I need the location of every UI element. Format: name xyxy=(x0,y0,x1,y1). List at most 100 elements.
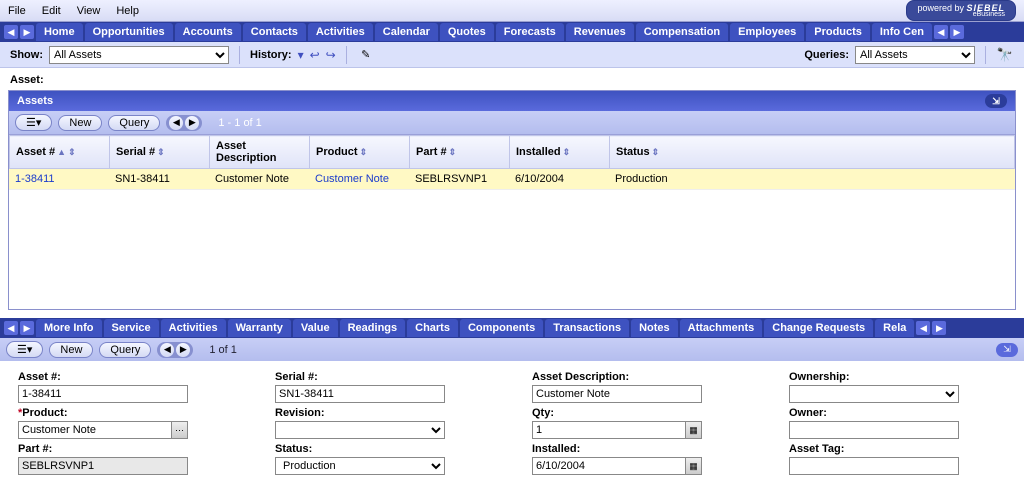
input-installed[interactable] xyxy=(532,457,702,475)
subtab-transactions[interactable]: Transactions xyxy=(545,319,629,337)
col-serial[interactable]: Serial #⇕ xyxy=(110,136,210,169)
tab-scroll-right-icon[interactable]: ▶ xyxy=(950,25,964,39)
label-product: *Product: xyxy=(18,407,235,419)
menu-edit[interactable]: Edit xyxy=(42,5,61,17)
input-desc[interactable] xyxy=(532,385,702,403)
input-serial[interactable] xyxy=(275,385,445,403)
input-product[interactable] xyxy=(18,421,188,439)
form-menu-button[interactable]: ☰▾ xyxy=(6,341,43,358)
input-part xyxy=(18,457,188,475)
subtab-activities[interactable]: Activities xyxy=(161,319,226,337)
tab-contacts[interactable]: Contacts xyxy=(243,23,306,41)
form-collapse-icon[interactable]: ⇲ xyxy=(996,343,1018,357)
subtab-changerequests[interactable]: Change Requests xyxy=(764,319,873,337)
query-button[interactable]: Query xyxy=(108,115,160,131)
brand-powered: powered by xyxy=(917,3,964,13)
sitemap-icon[interactable]: ✎ xyxy=(357,47,375,63)
tab-activities[interactable]: Activities xyxy=(308,23,373,41)
tab-employees[interactable]: Employees xyxy=(730,23,804,41)
subtab-warranty[interactable]: Warranty xyxy=(228,319,291,337)
history-forward-icon[interactable]: ↪ xyxy=(326,48,336,62)
sub-nav-tabs: ◀ ▶ More Info Service Activities Warrant… xyxy=(0,318,1024,338)
sort-ind-icon: ⇕ xyxy=(449,147,457,157)
menu-button[interactable]: ☰▾ xyxy=(15,114,52,131)
field-status: Status: Production xyxy=(275,443,492,475)
label-revision: Revision: xyxy=(275,407,492,419)
subtab-scroll-left2-icon[interactable]: ◀ xyxy=(916,321,930,335)
subtab-moreinfo[interactable]: More Info xyxy=(36,319,102,337)
label-ownership: Ownership: xyxy=(789,371,1006,383)
form-toolbar: ☰▾ New Query ◀ ▶ 1 of 1 xyxy=(6,341,237,358)
new-button[interactable]: New xyxy=(58,115,102,131)
form-area: Asset #: Serial #: Asset Description: Ow… xyxy=(0,361,1024,485)
subtab-scroll-right-icon[interactable]: ▶ xyxy=(932,321,946,335)
subtab-relations[interactable]: Rela xyxy=(875,319,914,337)
picker-date-icon[interactable]: ▦ xyxy=(685,458,701,474)
tab-quotes[interactable]: Quotes xyxy=(440,23,494,41)
subtab-scroll-right-small-icon[interactable]: ▶ xyxy=(20,321,34,335)
queries-select[interactable]: All Assets xyxy=(855,46,975,64)
form-query-button[interactable]: Query xyxy=(99,342,151,358)
prev-record-icon[interactable]: ◀ xyxy=(169,116,183,130)
table-row[interactable]: 1-38411 SN1-38411 Customer Note Customer… xyxy=(9,169,1015,190)
form-record-nav: ◀ ▶ xyxy=(157,342,193,358)
tab-opportunities[interactable]: Opportunities xyxy=(85,23,173,41)
subtab-scroll-left-icon[interactable]: ◀ xyxy=(4,321,18,335)
tab-products[interactable]: Products xyxy=(806,23,870,41)
next-record-icon[interactable]: ▶ xyxy=(185,116,199,130)
field-ownership: Ownership: xyxy=(789,371,1006,403)
subtab-components[interactable]: Components xyxy=(460,319,543,337)
select-status[interactable]: Production xyxy=(275,457,445,475)
subtab-charts[interactable]: Charts xyxy=(407,319,458,337)
cell-status: Production xyxy=(609,169,1015,190)
field-part: Part #: xyxy=(18,443,235,475)
subtab-attachments[interactable]: Attachments xyxy=(680,319,763,337)
cell-product[interactable]: Customer Note xyxy=(309,169,409,190)
select-ownership[interactable] xyxy=(789,385,959,403)
col-status[interactable]: Status⇕ xyxy=(610,136,1015,169)
menu-help[interactable]: Help xyxy=(116,5,139,17)
menu-view[interactable]: View xyxy=(77,5,101,17)
assets-toolbar: ☰▾ New Query ◀ ▶ 1 - 1 of 1 xyxy=(9,111,1015,135)
input-asset-no[interactable] xyxy=(18,385,188,403)
cell-part: SEBLRSVNP1 xyxy=(409,169,509,190)
subtab-notes[interactable]: Notes xyxy=(631,319,678,337)
search-icon[interactable]: 🔭 xyxy=(996,47,1014,63)
col-part[interactable]: Part #⇕ xyxy=(410,136,510,169)
history-dropdown-icon[interactable]: ▾ xyxy=(298,48,304,62)
picker-qty-icon[interactable]: ▦ xyxy=(685,422,701,438)
col-installed[interactable]: Installed⇕ xyxy=(510,136,610,169)
input-asset-tag[interactable] xyxy=(789,457,959,475)
subtab-readings[interactable]: Readings xyxy=(340,319,406,337)
form-next-icon[interactable]: ▶ xyxy=(176,343,190,357)
tab-forecasts[interactable]: Forecasts xyxy=(496,23,564,41)
subtab-value[interactable]: Value xyxy=(293,319,338,337)
select-revision[interactable] xyxy=(275,421,445,439)
menu-file[interactable]: File xyxy=(8,5,26,17)
tab-calendar[interactable]: Calendar xyxy=(375,23,438,41)
input-owner[interactable] xyxy=(789,421,959,439)
show-select[interactable]: All Assets xyxy=(49,46,229,64)
col-asset-no[interactable]: Asset #▲⇕ xyxy=(10,136,110,169)
tab-compensation[interactable]: Compensation xyxy=(636,23,728,41)
cell-asset-no[interactable]: 1-38411 xyxy=(9,169,109,190)
form-toolbar-wrap: ☰▾ New Query ◀ ▶ 1 of 1 ⇲ xyxy=(0,338,1024,361)
col-product[interactable]: Product⇕ xyxy=(310,136,410,169)
panel-collapse-icon[interactable]: ⇲ xyxy=(985,94,1007,108)
tab-infocenter[interactable]: Info Cen xyxy=(872,23,932,41)
tab-scroll-right-small-icon[interactable]: ▶ xyxy=(20,25,34,39)
tab-revenues[interactable]: Revenues xyxy=(566,23,634,41)
picker-product-icon[interactable]: ⋯ xyxy=(171,422,187,438)
input-qty[interactable] xyxy=(532,421,702,439)
subtab-service[interactable]: Service xyxy=(104,319,159,337)
tab-accounts[interactable]: Accounts xyxy=(175,23,241,41)
tab-scroll-left-icon[interactable]: ◀ xyxy=(4,25,18,39)
separator xyxy=(346,46,347,64)
form-prev-icon[interactable]: ◀ xyxy=(160,343,174,357)
tab-scroll-left2-icon[interactable]: ◀ xyxy=(934,25,948,39)
col-desc[interactable]: Asset Description xyxy=(210,136,310,169)
history-label: History: xyxy=(250,49,292,61)
tab-home[interactable]: Home xyxy=(36,23,83,41)
form-new-button[interactable]: New xyxy=(49,342,93,358)
history-back-icon[interactable]: ↩ xyxy=(310,48,320,62)
